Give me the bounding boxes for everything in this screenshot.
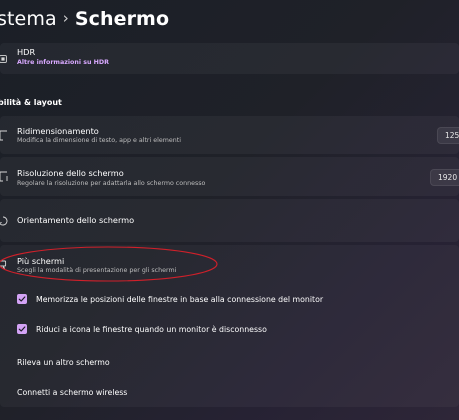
checkmark-icon bbox=[18, 326, 26, 332]
remember-window-positions-checkbox[interactable] bbox=[17, 294, 27, 304]
multiple-displays-title: Più schermi bbox=[17, 256, 65, 266]
breadcrumb-separator: › bbox=[62, 9, 69, 27]
minimize-windows-label: Riduci a icona le finestre quando un mon… bbox=[36, 324, 267, 334]
orientation-row[interactable]: Orientamento dello schermo bbox=[0, 199, 459, 242]
orientation-title: Orientamento dello schermo bbox=[17, 215, 135, 225]
wireless-display-label: Connetti a schermo wireless bbox=[17, 388, 128, 397]
remember-window-positions-label: Memorizza le posizioni delle finestre in… bbox=[36, 294, 324, 304]
scale-icon bbox=[0, 116, 8, 154]
resolution-dropdown[interactable]: 1920 bbox=[430, 169, 459, 186]
orientation-icon bbox=[0, 199, 8, 242]
resolution-title: Risoluzione dello schermo bbox=[17, 168, 124, 178]
breadcrumb: stema › Schermo bbox=[0, 8, 169, 38]
hdr-info-link[interactable]: Altre informazioni su HDR bbox=[17, 59, 109, 66]
page-title: Schermo bbox=[74, 8, 170, 30]
scale-title: Ridimensionamento bbox=[17, 126, 99, 136]
detect-display-label: Rileva un altro schermo bbox=[17, 358, 110, 367]
resolution-subtitle: Regolare la risoluzione per adattarla al… bbox=[17, 180, 206, 187]
breadcrumb-parent[interactable]: stema bbox=[0, 8, 57, 30]
checkmark-icon bbox=[18, 296, 26, 302]
scale-subtitle: Modifica la dimensione di testo, app e a… bbox=[17, 137, 181, 144]
detect-display-row[interactable]: Rileva un altro schermo bbox=[0, 349, 459, 375]
hdr-icon bbox=[0, 43, 8, 74]
display-settings-page: stema › Schermo HDR Altre informazioni su … bbox=[0, 0, 459, 420]
minimize-windows-checkbox[interactable] bbox=[17, 324, 27, 334]
section-heading: bilità & layout bbox=[0, 98, 62, 107]
minimize-windows-option[interactable]: Riduci a icona le finestre quando un mon… bbox=[17, 321, 267, 337]
resolution-row[interactable]: Risoluzione dello schermo Regolare la ri… bbox=[0, 157, 459, 196]
hdr-row[interactable]: HDR Altre informazioni su HDR bbox=[0, 43, 459, 74]
hdr-title: HDR bbox=[17, 47, 36, 57]
remember-window-positions-option[interactable]: Memorizza le posizioni delle finestre in… bbox=[17, 291, 323, 307]
scale-dropdown[interactable]: 125 bbox=[437, 127, 459, 144]
multiple-displays-section: Più schermi Scegli la modalità di presen… bbox=[0, 245, 459, 407]
resolution-icon bbox=[0, 157, 8, 196]
multiple-displays-subtitle: Scegli la modalità di presentazione per … bbox=[17, 267, 177, 274]
multiple-displays-header[interactable]: Più schermi Scegli la modalità di presen… bbox=[0, 245, 459, 283]
wireless-display-row[interactable]: Connetti a schermo wireless bbox=[0, 379, 459, 405]
scale-row[interactable]: Ridimensionamento Modifica la dimensione… bbox=[0, 116, 459, 154]
